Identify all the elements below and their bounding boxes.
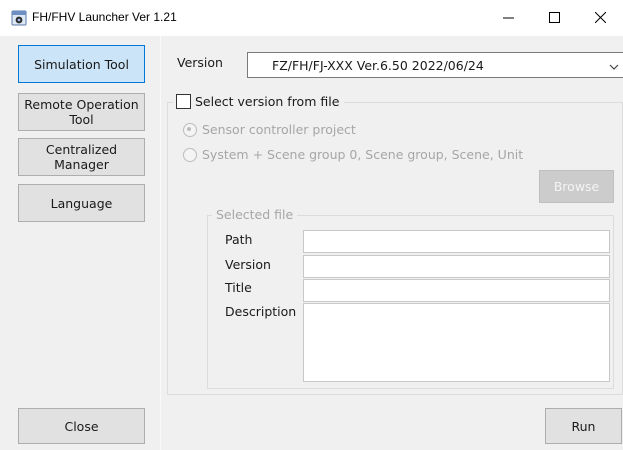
title-field[interactable] <box>303 279 610 302</box>
sidebar: Simulation Tool Remote Operation Tool Ce… <box>0 36 160 450</box>
radio-sensor-option[interactable]: Sensor controller project <box>183 122 356 137</box>
radio-system-button[interactable] <box>183 147 197 162</box>
radio-sensor-label: Sensor controller project <box>202 122 356 137</box>
description-label: Description <box>225 304 297 319</box>
selected-file-legend: Selected file <box>212 207 298 222</box>
path-field[interactable] <box>303 230 610 253</box>
simulation-tool-label: Simulation Tool <box>34 56 129 72</box>
simulation-tool-button[interactable]: Simulation Tool <box>18 45 145 83</box>
centralized-manager-label: Centralized Manager <box>45 142 118 172</box>
description-field[interactable] <box>303 303 610 382</box>
chevron-down-icon <box>609 60 619 75</box>
run-label: Run <box>571 418 596 434</box>
path-label: Path <box>225 232 253 247</box>
radio-system-option[interactable]: System + Scene group 0, Scene group, Sce… <box>183 147 523 162</box>
title-label: Title <box>225 280 252 295</box>
run-button[interactable]: Run <box>545 408 622 444</box>
radio-sensor-button[interactable] <box>183 122 197 137</box>
centralized-manager-button[interactable]: Centralized Manager <box>18 138 145 176</box>
select-from-file-label: Select version from file <box>195 94 340 109</box>
language-label: Language <box>50 195 113 211</box>
close-icon <box>594 11 606 26</box>
select-from-file-option[interactable]: Select version from file <box>173 94 345 109</box>
version-select-value: FZ/FH/FJ-XXX Ver.6.50 2022/06/24 <box>272 58 484 73</box>
language-button[interactable]: Language <box>18 184 145 222</box>
remote-operation-tool-label: Remote Operation Tool <box>24 97 139 127</box>
main-panel: Version FZ/FH/FJ-XXX Ver.6.50 2022/06/24… <box>160 36 623 450</box>
minimize-icon <box>502 11 514 26</box>
close-button[interactable]: Close <box>18 408 145 444</box>
browse-button[interactable]: Browse <box>539 170 614 203</box>
minimize-button[interactable] <box>485 0 531 36</box>
version-field-label: Version <box>225 257 271 272</box>
version-field[interactable] <box>303 255 610 278</box>
close-label: Close <box>64 418 99 434</box>
title-bar: FH/FHV Launcher Ver 1.21 <box>0 0 623 36</box>
browse-label: Browse <box>553 179 600 194</box>
version-select[interactable]: FZ/FH/FJ-XXX Ver.6.50 2022/06/24 <box>247 52 623 78</box>
maximize-icon <box>548 11 560 26</box>
select-from-file-checkbox[interactable] <box>176 94 191 109</box>
close-window-button[interactable] <box>577 0 623 36</box>
remote-operation-tool-button[interactable]: Remote Operation Tool <box>18 93 145 131</box>
launcher-app-icon <box>11 10 27 26</box>
version-label: Version <box>177 55 223 70</box>
radio-system-label: System + Scene group 0, Scene group, Sce… <box>202 147 524 162</box>
maximize-button[interactable] <box>531 0 577 36</box>
window-title: FH/FHV Launcher Ver 1.21 <box>32 10 177 24</box>
